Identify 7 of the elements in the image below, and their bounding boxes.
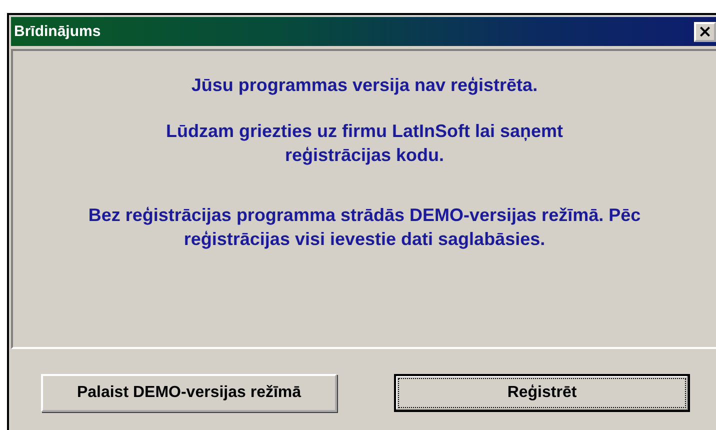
message-text: Jūsu programmas versija nav reģistrēta. xyxy=(190,74,539,97)
message-text: Lūdzam griezties uz firmu LatInSoft lai saņemt reģistrācijas kodu. xyxy=(164,120,564,167)
demo-button[interactable]: Palaist DEMO-versijas režīmā xyxy=(41,374,337,412)
window-title: Brīdinājums xyxy=(14,23,101,40)
message-text: Bez reģistrācijas programma strādās DEMO-versijas režīmā. Pēc reģistrācijas visi ievestie dati saglabāsies. xyxy=(87,204,642,251)
register-button[interactable]: Reģistrēt xyxy=(394,374,690,412)
close-button[interactable]: × xyxy=(694,22,716,42)
